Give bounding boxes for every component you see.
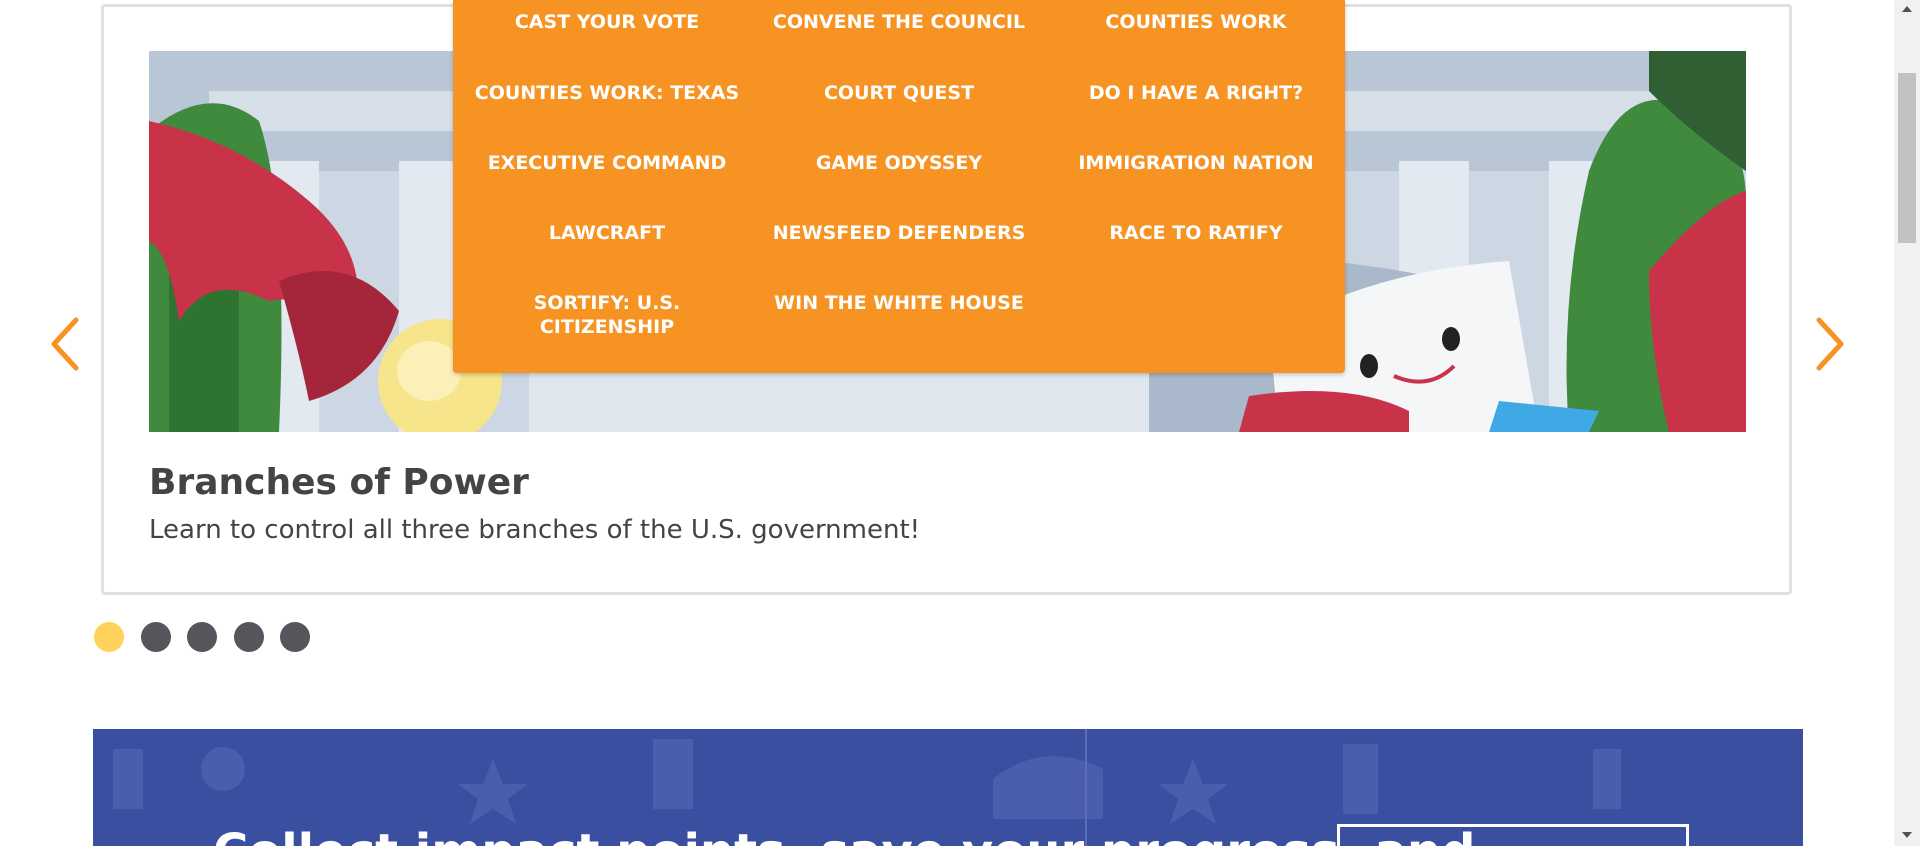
impact-points-banner: Collect impact points, save your progres… xyxy=(93,729,1803,846)
scroll-up-icon[interactable] xyxy=(1902,6,1912,12)
chevron-left-icon xyxy=(51,317,79,371)
banner-heading: Collect impact points, save your progres… xyxy=(213,824,1475,846)
carousel-dot-2[interactable] xyxy=(141,622,171,652)
carousel-next-button[interactable] xyxy=(1809,316,1849,372)
menu-item-race-to-ratify[interactable]: RACE TO RATIFY xyxy=(1048,221,1344,245)
menu-item-counties-work-texas[interactable]: COUNTIES WORK: TEXAS xyxy=(459,81,755,105)
menu-item-executive-command[interactable]: EXECUTIVE COMMAND xyxy=(459,151,755,175)
menu-item-cast-your-vote[interactable]: CAST YOUR VOTE xyxy=(459,10,755,34)
slide-description: Learn to control all three branches of t… xyxy=(149,515,921,545)
banner-button[interactable] xyxy=(1337,824,1689,846)
menu-item-immigration-nation[interactable]: IMMIGRATION NATION xyxy=(1048,151,1344,175)
carousel-prev-button[interactable] xyxy=(46,316,86,372)
menu-item-convene-the-council[interactable]: CONVENE THE COUNCIL xyxy=(751,10,1047,34)
carousel-dot-3[interactable] xyxy=(187,622,217,652)
menu-item-court-quest[interactable]: COURT QUEST xyxy=(751,81,1047,105)
games-dropdown-menu: CAST YOUR VOTE CONVENE THE COUNCIL COUNT… xyxy=(453,0,1345,373)
menu-item-sortify-us-citizenship[interactable]: SORTIFY: U.S. CITIZENSHIP xyxy=(459,291,755,339)
menu-item-win-the-white-house[interactable]: WIN THE WHITE HOUSE xyxy=(751,291,1047,315)
slide-title[interactable]: Branches of Power xyxy=(149,462,529,503)
chevron-right-icon xyxy=(1816,317,1844,371)
carousel-dot-4[interactable] xyxy=(234,622,264,652)
menu-item-game-odyssey[interactable]: GAME ODYSSEY xyxy=(751,151,1047,175)
menu-item-newsfeed-defenders[interactable]: NEWSFEED DEFENDERS xyxy=(751,221,1047,245)
scroll-thumb[interactable] xyxy=(1898,73,1916,243)
carousel-dot-1[interactable] xyxy=(94,622,124,652)
menu-item-lawcraft[interactable]: LAWCRAFT xyxy=(459,221,755,245)
carousel-dot-5[interactable] xyxy=(280,622,310,652)
scroll-down-icon[interactable] xyxy=(1902,832,1912,838)
menu-item-do-i-have-a-right[interactable]: DO I HAVE A RIGHT? xyxy=(1048,81,1344,105)
menu-item-counties-work[interactable]: COUNTIES WORK xyxy=(1048,10,1344,34)
page-scrollbar[interactable] xyxy=(1894,0,1920,846)
